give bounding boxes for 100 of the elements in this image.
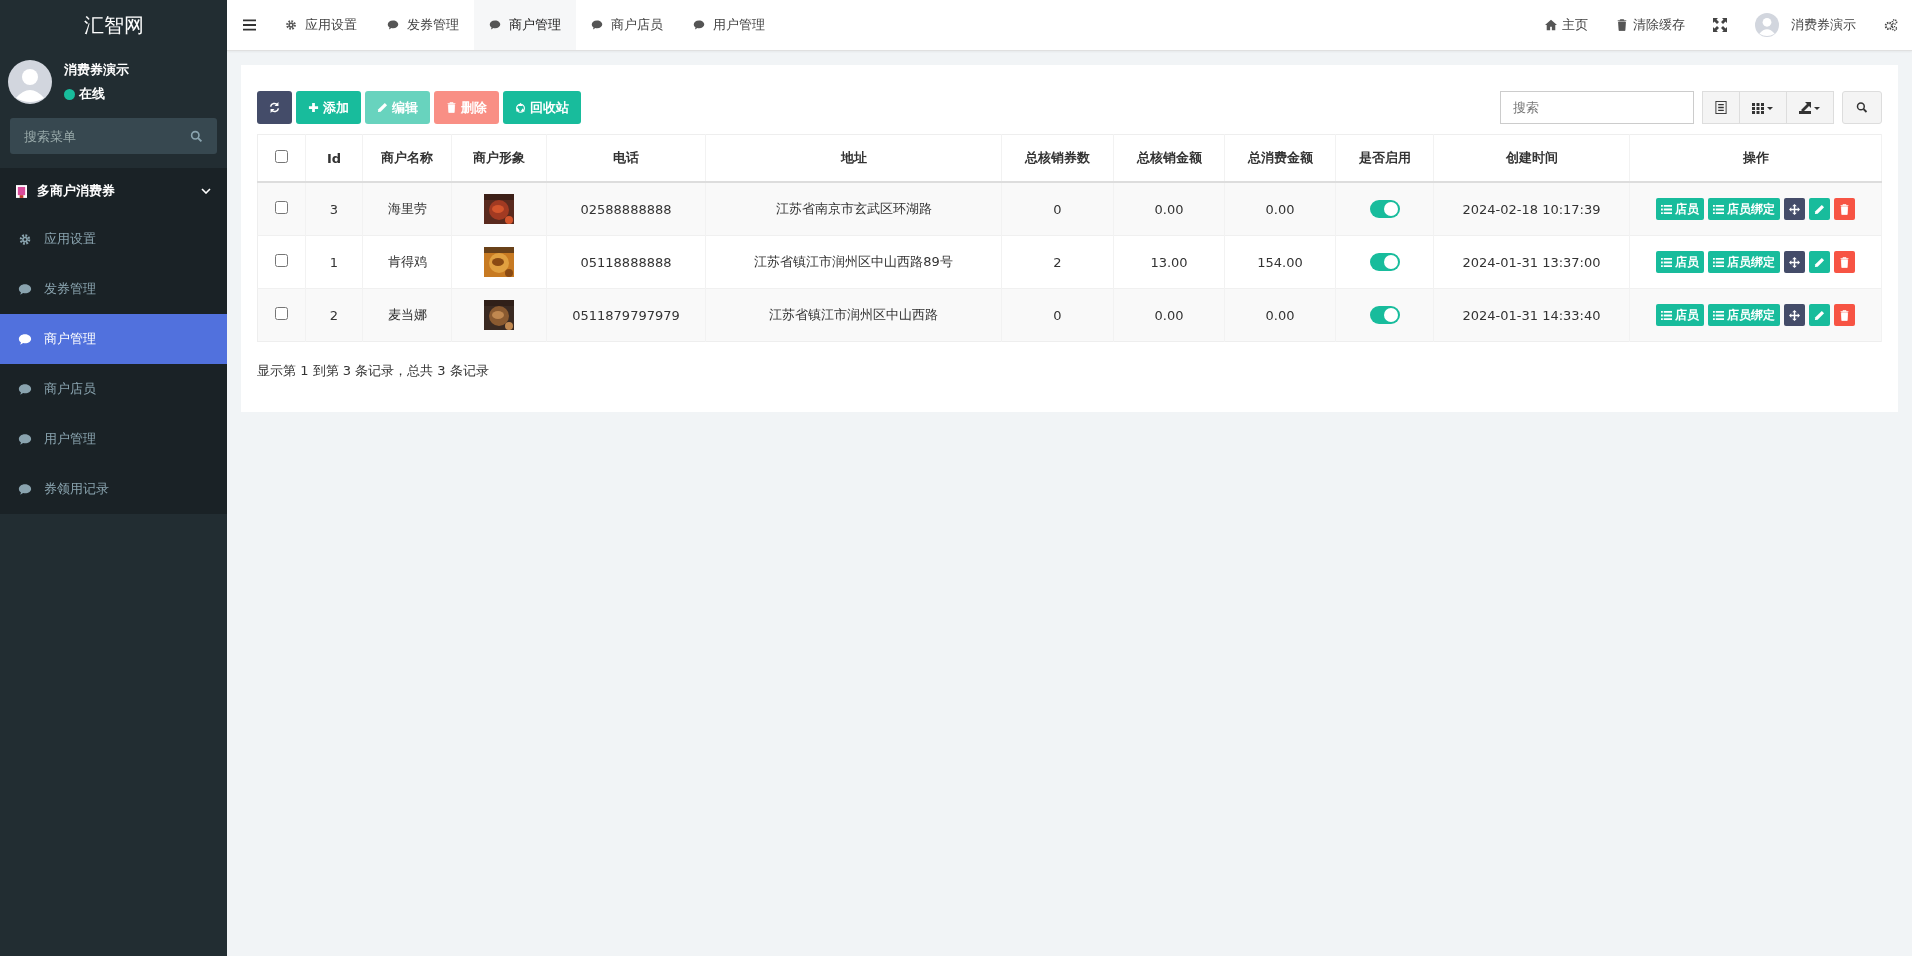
select-all-checkbox[interactable] xyxy=(275,150,288,163)
gear-icon xyxy=(285,19,297,31)
move-button[interactable] xyxy=(1784,251,1805,273)
home-icon xyxy=(1545,19,1557,31)
column-header: 是否启用 xyxy=(1358,150,1411,165)
sidebar-item[interactable]: 券领用记录 xyxy=(0,464,227,514)
chat-icon xyxy=(18,382,32,396)
table-cell: 2 xyxy=(305,288,363,342)
table-cell: 0 xyxy=(1001,182,1114,236)
pencil-icon xyxy=(1814,256,1825,268)
delete-button[interactable] xyxy=(1834,251,1855,273)
column-header: 商户形象 xyxy=(473,150,525,165)
column-header: 总核销金额 xyxy=(1136,150,1202,165)
user-menu[interactable]: 消费券演示 xyxy=(1741,13,1870,37)
chat-icon xyxy=(18,432,32,446)
list-icon xyxy=(1715,101,1727,114)
column-header: Id xyxy=(326,150,342,166)
table-cell: 海里劳 xyxy=(362,182,452,236)
nav-tab[interactable]: 商户店员 xyxy=(576,0,678,50)
delete-button[interactable] xyxy=(1834,198,1855,220)
table-cell: 麦当娜 xyxy=(362,288,452,342)
move-icon xyxy=(1789,256,1800,268)
plus-icon xyxy=(308,102,319,113)
grid-caret-icon xyxy=(1752,101,1774,114)
refresh-button[interactable] xyxy=(257,91,292,124)
row-checkbox[interactable] xyxy=(275,254,288,267)
menu-search-field[interactable]: 搜索菜单 xyxy=(10,118,217,154)
toggle-switch[interactable] xyxy=(1369,200,1400,218)
column-header: 总消费金额 xyxy=(1247,150,1313,165)
table-cell: 江苏省镇江市润州区中山西路 xyxy=(705,288,1002,342)
columns-button[interactable] xyxy=(1739,91,1787,124)
nav-tab[interactable]: 商户管理 xyxy=(474,0,576,50)
table-cell: 0 xyxy=(1001,288,1114,342)
row-checkbox[interactable] xyxy=(275,307,288,320)
chat-icon xyxy=(18,282,32,296)
avatar-icon xyxy=(1755,13,1779,37)
sidebar-item[interactable]: 应用设置 xyxy=(0,214,227,264)
list-icon xyxy=(1661,256,1672,268)
chat-icon xyxy=(18,332,32,346)
search-icon xyxy=(1856,101,1868,114)
export-button[interactable] xyxy=(1786,91,1834,124)
menu-icon[interactable] xyxy=(243,19,256,31)
chat-icon xyxy=(18,482,32,496)
trash-icon xyxy=(1839,309,1850,321)
export-caret-icon xyxy=(1799,101,1821,114)
chevron-down-icon xyxy=(201,188,211,194)
table-cell: 02588888888 xyxy=(546,182,706,236)
pagination-info: 显示第 1 到第 3 条记录，总共 3 条记录 xyxy=(257,362,490,380)
search-button[interactable] xyxy=(1842,91,1882,124)
table-cell: 0511879797979 xyxy=(546,288,706,342)
pencil-icon xyxy=(377,102,388,113)
sidebar-item[interactable]: 商户管理 xyxy=(0,314,227,364)
column-header: 商户名称 xyxy=(381,150,433,165)
sidebar-item[interactable]: 发券管理 xyxy=(0,264,227,314)
toggle-view-button[interactable] xyxy=(1702,91,1740,124)
column-header: 地址 xyxy=(840,150,867,165)
move-button[interactable] xyxy=(1784,304,1805,326)
row-checkbox[interactable] xyxy=(275,201,288,214)
home-link[interactable]: 主页 xyxy=(1531,16,1602,34)
table-cell: 2024-01-31 14:33:40 xyxy=(1433,288,1630,342)
list-icon xyxy=(1661,203,1672,215)
list-icon xyxy=(1713,309,1724,321)
chat-icon xyxy=(693,19,705,31)
logo-text: 汇智网 xyxy=(82,12,145,39)
column-header: 总核销券数 xyxy=(1025,150,1090,165)
chat-icon xyxy=(387,19,399,31)
online-dot-icon xyxy=(64,88,75,100)
sidebar-item[interactable]: 用户管理 xyxy=(0,414,227,464)
nav-tab[interactable]: 应用设置 xyxy=(270,0,372,50)
toggle-switch[interactable] xyxy=(1369,253,1400,271)
delete-button[interactable] xyxy=(1834,304,1855,326)
avatar-icon xyxy=(8,60,52,104)
chat-icon xyxy=(489,19,501,31)
list-icon xyxy=(1713,203,1724,215)
column-header: 创建时间 xyxy=(1505,150,1558,165)
nav-tab[interactable]: 用户管理 xyxy=(678,0,780,50)
search-field[interactable]: 搜索 xyxy=(1500,91,1694,124)
user-name: 消费券演示 xyxy=(64,61,129,79)
clear-cache-link[interactable]: 清除缓存 xyxy=(1602,16,1699,34)
table-cell: 3 xyxy=(305,182,363,236)
list-icon xyxy=(1713,256,1724,268)
column-header: 操作 xyxy=(1742,150,1769,165)
toggle-switch[interactable] xyxy=(1369,306,1400,324)
table-cell: 0.00 xyxy=(1224,182,1336,236)
menu-group-header[interactable]: 多商户消费券 xyxy=(0,168,227,214)
building-icon xyxy=(16,184,27,198)
table-cell: 0.00 xyxy=(1224,288,1336,342)
trash-icon xyxy=(1839,203,1850,215)
move-button[interactable] xyxy=(1784,198,1805,220)
gears-icon[interactable] xyxy=(1884,18,1898,32)
trash-icon xyxy=(446,102,457,113)
table-cell: 2024-02-18 10:17:39 xyxy=(1433,182,1630,236)
list-icon xyxy=(1661,309,1672,321)
recycle-icon xyxy=(515,102,526,113)
fullscreen-icon[interactable] xyxy=(1713,18,1727,32)
nav-tab[interactable]: 发券管理 xyxy=(372,0,474,50)
table-cell: 江苏省南京市玄武区环湖路 xyxy=(705,182,1002,236)
table-cell: 0.00 xyxy=(1113,288,1225,342)
sidebar-item[interactable]: 商户店员 xyxy=(0,364,227,414)
trash-icon xyxy=(1616,19,1628,31)
